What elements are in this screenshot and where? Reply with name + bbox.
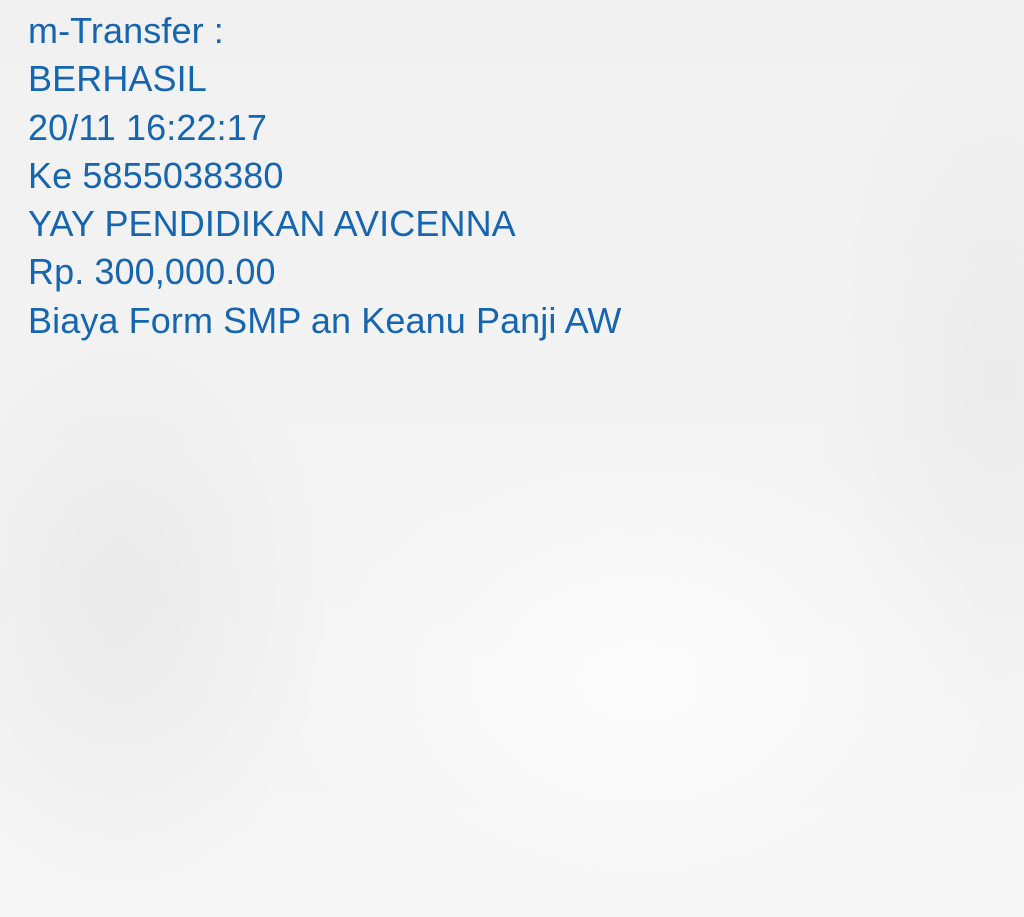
recipient-name: YAY PENDIDIKAN AVICENNA xyxy=(28,203,516,245)
transfer-note: Biaya Form SMP an Keanu Panji AW xyxy=(28,299,622,341)
screen: { "message": { "lines": [ "m-Transfer :"… xyxy=(0,0,1024,917)
transfer-status: BERHASIL xyxy=(28,58,207,100)
transfer-message: m-Transfer : BERHASIL 20/11 16:22:17 Ke … xyxy=(28,7,621,345)
destination-account: Ke 5855038380 xyxy=(28,154,284,196)
transfer-datetime: 20/11 16:22:17 xyxy=(28,106,267,148)
message-title: m-Transfer : xyxy=(28,10,224,51)
transfer-amount: Rp. 300,000.00 xyxy=(28,251,276,293)
